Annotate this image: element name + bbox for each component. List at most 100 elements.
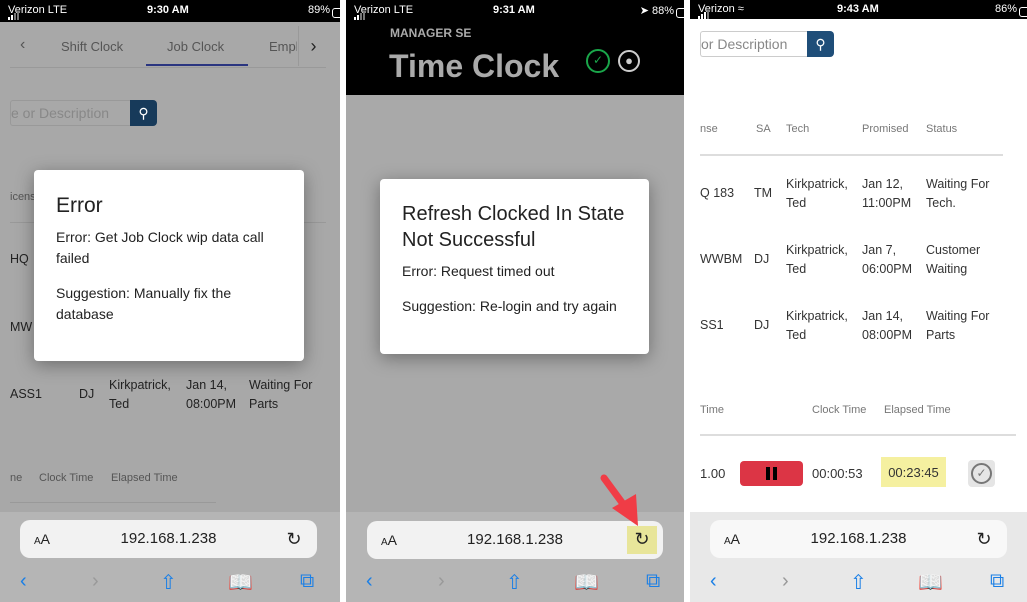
browser-toolbar: AA 192.168.1.238 ↻ ‹ › ⇧ 📖 ⧉	[0, 512, 340, 602]
error-dialog: Error Error: Get Job Clock wip data call…	[34, 170, 304, 361]
location-icon: ➤	[639, 5, 649, 17]
reload-icon[interactable]: ↻	[971, 526, 997, 552]
status-bar: Verizon LTE 9:31 AM ➤ 88%	[346, 0, 684, 22]
bookmarks-icon[interactable]: 📖	[574, 570, 599, 595]
table-cell: ASS1	[10, 387, 42, 401]
share-icon[interactable]: ⇧	[160, 570, 177, 595]
table-header-license: nse	[700, 123, 718, 135]
cell-tech: Kirkpatrick, Ted	[786, 243, 848, 276]
cell-promised: Jan 12, 11:00PM	[862, 177, 912, 210]
search-button[interactable]: ⚲	[130, 100, 157, 126]
tab-active-indicator	[146, 64, 248, 66]
table-header-status: Status	[926, 123, 958, 135]
search-input[interactable]: e or Description	[10, 100, 130, 126]
signal-icon	[698, 7, 710, 19]
divider	[700, 434, 1016, 436]
wifi-icon: ≈	[737, 3, 744, 15]
clock-header-clock-time: Clock Time	[812, 404, 867, 416]
share-icon[interactable]: ⇧	[850, 570, 867, 595]
panel-refresh-error: Verizon LTE 9:31 AM ➤ 88% MANAGER SE Tim…	[346, 0, 684, 602]
table-header-sa: SA	[756, 123, 771, 135]
panel-job-clock-table: Verizon ≈ 9:43 AM 86% or Description ⚲ n…	[690, 0, 1027, 602]
dialog-suggestion: Suggestion: Re-login and try again	[402, 298, 617, 314]
bookmarks-icon[interactable]: 📖	[228, 570, 253, 595]
cell-license: Q 183	[700, 186, 735, 200]
tab-job-clock[interactable]: Job Clock	[167, 39, 224, 54]
tab-employee[interactable]: Empl	[269, 39, 297, 54]
table-header-tech: Tech	[786, 123, 810, 135]
search-icon: ⚲	[815, 36, 826, 52]
status-bar: Verizon LTE 9:30 AM 89%	[0, 0, 340, 22]
cell-license: WWBM	[700, 252, 743, 266]
bookmarks-icon[interactable]: 📖	[918, 570, 943, 595]
tab-prev-button[interactable]: ‹	[20, 36, 25, 54]
share-icon[interactable]: ⇧	[506, 570, 523, 595]
divider	[700, 154, 1003, 156]
reload-icon[interactable]: ↻	[281, 526, 307, 552]
back-icon[interactable]: ‹	[710, 570, 717, 593]
red-arrow-annotation	[600, 474, 638, 526]
tabs-icon[interactable]: ⧉	[990, 570, 1004, 593]
dialog-title: Refresh Clocked In State Not Successful	[402, 203, 625, 251]
cell-status: Customer Waiting	[926, 243, 981, 276]
dialog-title: Error	[56, 194, 103, 217]
dialog-error: Error: Get Job Clock wip data call faile…	[56, 229, 264, 266]
divider	[10, 502, 216, 503]
forward-icon[interactable]: ›	[438, 570, 445, 593]
cell-promised: Jan 14, 08:00PM	[862, 309, 913, 342]
status-bar: Verizon ≈ 9:43 AM 86%	[690, 0, 1027, 19]
cell-sa: TM	[754, 186, 773, 200]
clock-time: 00:00:53	[812, 466, 863, 481]
url-text: 192.168.1.238	[120, 530, 217, 547]
pause-icon	[766, 467, 777, 480]
pause-button[interactable]	[740, 461, 803, 486]
signal-icon	[8, 8, 20, 20]
tabs-icon[interactable]: ⧉	[646, 570, 660, 593]
cell-status: Waiting For Tech.	[926, 177, 990, 210]
reload-icon[interactable]: ↻	[627, 526, 657, 554]
table-cell: HQ	[10, 252, 29, 266]
table-cell: MW	[10, 320, 33, 334]
table-cell: Waiting For Parts	[249, 378, 313, 411]
table-cell: Jan 14, 08:00PM	[186, 378, 237, 411]
divider	[10, 67, 326, 68]
back-icon[interactable]: ‹	[366, 570, 373, 593]
battery-icon	[676, 8, 684, 18]
clock-header-time: ne	[10, 472, 23, 484]
cell-promised: Jan 7, 06:00PM	[862, 243, 913, 276]
header-subtitle: MANAGER SE	[390, 26, 472, 40]
signal-icon	[354, 8, 366, 20]
clock-time-value: 1.00	[700, 466, 726, 481]
cell-sa: DJ	[754, 252, 770, 266]
table-header-license: icens	[10, 191, 34, 203]
user-profile-icon[interactable]: ●	[618, 50, 640, 72]
clock-header-clock-time: Clock Time	[39, 472, 94, 484]
table-header-promised: Promised	[862, 123, 909, 135]
search-icon: ⚲	[138, 105, 149, 121]
tabs-icon[interactable]: ⧉	[300, 570, 314, 593]
url-text: 192.168.1.238	[810, 530, 907, 547]
search-input[interactable]: or Description	[700, 31, 807, 57]
dialog-error: Error: Request timed out	[402, 263, 555, 279]
complete-button[interactable]: ✓	[968, 460, 995, 487]
cell-status: Waiting For Parts	[926, 309, 990, 342]
panel-job-clock-error: Verizon LTE 9:30 AM 89% ‹ Shift Clock Jo…	[0, 0, 340, 602]
browser-toolbar: AA 192.168.1.238 ↻ ‹ › ⇧ 📖 ⧉	[690, 512, 1027, 602]
clock-header-elapsed-time: Elapsed Time	[884, 404, 951, 416]
tab-next-button[interactable]: ›	[298, 26, 328, 66]
address-bar[interactable]: AA 192.168.1.238 ↻	[20, 520, 317, 558]
table-cell: DJ	[79, 387, 95, 401]
battery-icon	[332, 8, 340, 18]
elapsed-time: 00:23:45	[881, 457, 946, 487]
clock-header-time: Time	[700, 404, 725, 416]
back-icon[interactable]: ‹	[20, 570, 27, 593]
dialog-suggestion: Suggestion: Manually fix the database	[56, 285, 232, 322]
forward-icon[interactable]: ›	[92, 570, 99, 593]
tab-shift-clock[interactable]: Shift Clock	[61, 39, 123, 54]
search-button[interactable]: ⚲	[807, 31, 834, 57]
battery-icon	[1019, 7, 1027, 17]
forward-icon[interactable]: ›	[782, 570, 789, 593]
cell-sa: DJ	[754, 318, 770, 332]
address-bar[interactable]: AA 192.168.1.238 ↻	[710, 520, 1007, 558]
alarm-clock-icon[interactable]: ✓	[586, 49, 610, 73]
